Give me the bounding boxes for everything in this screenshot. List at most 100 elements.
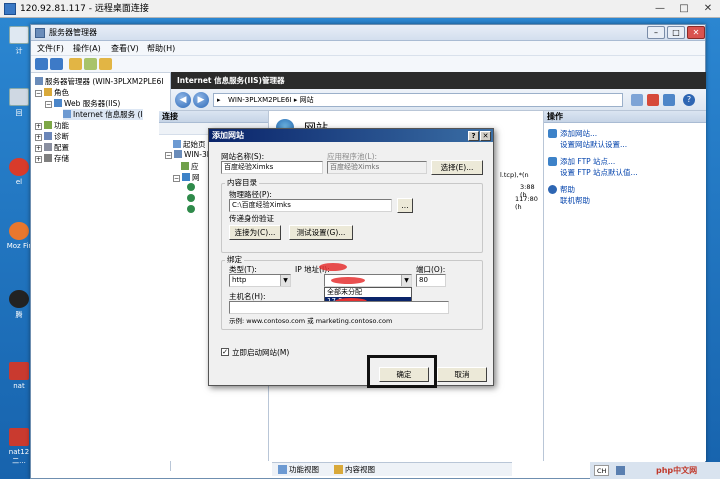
conn-sites[interactable]: −网 (173, 172, 200, 183)
desktop-icon-computer[interactable]: 计 (6, 26, 32, 56)
menu-help[interactable]: 帮助(H) (147, 43, 175, 54)
view-switcher: 功能视图 内容视图 (272, 462, 512, 476)
browse-button[interactable]: ... (397, 198, 413, 213)
storage-icon (44, 154, 52, 162)
action-online-help[interactable]: 联机帮助 (544, 195, 706, 206)
home-icon[interactable] (663, 94, 675, 106)
computer-icon (9, 26, 29, 44)
maximize-button[interactable]: □ (667, 26, 685, 39)
iis-icon (63, 110, 71, 118)
tree-item-config[interactable]: +配置 (35, 142, 69, 153)
web-server-icon (54, 99, 62, 107)
minimize-button[interactable]: – (647, 26, 665, 39)
desktop-icon-label: 计 (16, 47, 23, 55)
server-manager-icon (35, 28, 45, 38)
properties-icon[interactable] (99, 58, 112, 70)
tree-label: Internet 信息服务 (I (73, 110, 143, 119)
collapse-icon[interactable]: − (165, 152, 172, 159)
desktop-icon-label: el (16, 178, 22, 186)
conn-start-page[interactable]: 起始页 (173, 139, 206, 150)
stop-icon[interactable] (647, 94, 659, 106)
port-input[interactable]: 80 (416, 274, 446, 287)
tree-root[interactable]: 服务器管理器 (WIN-3PLXM2PLE6I (35, 76, 164, 87)
menu-file[interactable]: 文件(F) (37, 43, 64, 54)
tree-item-features[interactable]: +功能 (35, 120, 69, 131)
site-globe-icon[interactable] (187, 194, 195, 202)
ip-select[interactable]: ▼ (324, 274, 412, 287)
qq-icon (9, 290, 29, 308)
tree-item-iis-manager[interactable]: Internet 信息服务 (I (63, 109, 143, 120)
action-add-ftp[interactable]: 添加 FTP 站点... (544, 156, 706, 167)
ok-button[interactable]: 确定 (379, 367, 429, 382)
tree-item-diagnostics[interactable]: +诊断 (35, 131, 69, 142)
desktop-icon-tencent[interactable]: 腾 (6, 290, 32, 320)
start-site-checkbox[interactable]: ✓ (221, 348, 229, 356)
dialog-title: 添加网站 (209, 129, 493, 142)
forward-button[interactable]: ▶ (193, 92, 209, 108)
desktop-icon-nat12[interactable]: nat12 二... (6, 428, 32, 466)
forward-icon[interactable] (50, 58, 63, 70)
tree-label: 服务器管理器 (WIN-3PLXM2PLE6I (45, 77, 164, 86)
close-button[interactable]: ✕ (687, 26, 705, 39)
features-view-tab[interactable]: 功能视图 (289, 464, 319, 476)
desktop-icon-label: 回 (16, 109, 23, 117)
expand-icon[interactable]: + (35, 156, 42, 163)
action-label: 设置网站默认设置... (560, 140, 627, 149)
select-button[interactable]: 选择(E)... (431, 160, 483, 175)
collapse-icon[interactable]: − (173, 175, 180, 182)
rdp-close-button[interactable]: ✕ (696, 0, 720, 18)
add-ftp-icon (548, 157, 557, 166)
input-language[interactable]: CH (594, 465, 609, 476)
connect-as-button[interactable]: 连接为(C)... (229, 225, 281, 240)
desktop-icon-nat[interactable]: nat (6, 362, 32, 390)
content-view-tab[interactable]: 内容视图 (345, 464, 375, 476)
desktop-icon-recycle[interactable]: 回 (6, 88, 32, 118)
redaction-mark (319, 263, 347, 271)
conn-app-pools[interactable]: 应 (181, 161, 199, 172)
tree-item-roles[interactable]: −角色 (35, 87, 69, 98)
test-settings-button[interactable]: 测试设置(G)... (289, 225, 353, 240)
tree-item-web-server[interactable]: −Web 服务器(IIS) (45, 98, 120, 109)
collapse-icon[interactable]: − (45, 101, 52, 108)
menu-action[interactable]: 操作(A) (73, 43, 101, 54)
firefox-icon (9, 222, 29, 240)
back-icon[interactable] (35, 58, 48, 70)
back-button[interactable]: ◀ (175, 92, 191, 108)
tree-item-storage[interactable]: +存储 (35, 153, 69, 164)
expand-icon[interactable]: + (35, 123, 42, 130)
dialog-help-button[interactable]: ? (468, 131, 479, 141)
refresh-icon[interactable] (631, 94, 643, 106)
physical-path-input[interactable]: C:\百度经验Ximks (229, 199, 392, 212)
content-view-icon (334, 465, 343, 474)
site-globe-icon[interactable] (187, 183, 195, 191)
conn-server[interactable]: −WIN-3P (165, 150, 211, 159)
menu-view[interactable]: 查看(V) (111, 43, 139, 54)
app-icon (9, 428, 29, 446)
site-name-input[interactable]: 百度经验Ximks (221, 161, 323, 174)
rdp-maximize-button[interactable]: □ (672, 0, 696, 18)
breadcrumb-server[interactable]: WIN-3PLXM2PLE6I (228, 96, 292, 104)
dialog-close-button[interactable]: ✕ (480, 131, 491, 141)
up-folder-icon[interactable] (69, 58, 82, 70)
type-select[interactable]: http ▼ (229, 274, 291, 287)
ip-option-unassigned[interactable]: 全部未分配 (325, 288, 411, 297)
host-name-input[interactable] (229, 301, 449, 314)
expand-icon[interactable]: + (35, 145, 42, 152)
cancel-button[interactable]: 取消 (437, 367, 487, 382)
help-icon[interactable]: ? (683, 94, 695, 106)
action-site-defaults[interactable]: 设置网站默认设置... (544, 139, 706, 150)
show-tree-icon[interactable] (84, 58, 97, 70)
rdp-minimize-button[interactable]: — (648, 0, 672, 18)
site-globe-icon[interactable] (187, 205, 195, 213)
desktop-icon-app1[interactable]: el (6, 158, 32, 186)
redaction-mark (331, 277, 365, 284)
desktop-icon-label: Moz Fir (7, 242, 32, 250)
breadcrumb-sites[interactable]: 网站 (300, 96, 314, 104)
action-help[interactable]: 帮助 (544, 184, 706, 195)
expand-icon[interactable]: + (35, 134, 42, 141)
collapse-icon[interactable]: − (35, 90, 42, 97)
action-ftp-defaults[interactable]: 设置 FTP 站点默认值... (544, 167, 706, 178)
tray-icon[interactable] (616, 466, 625, 475)
desktop-icon-firefox[interactable]: Moz Fir (6, 222, 32, 250)
action-add-site[interactable]: 添加网站... (544, 128, 706, 139)
